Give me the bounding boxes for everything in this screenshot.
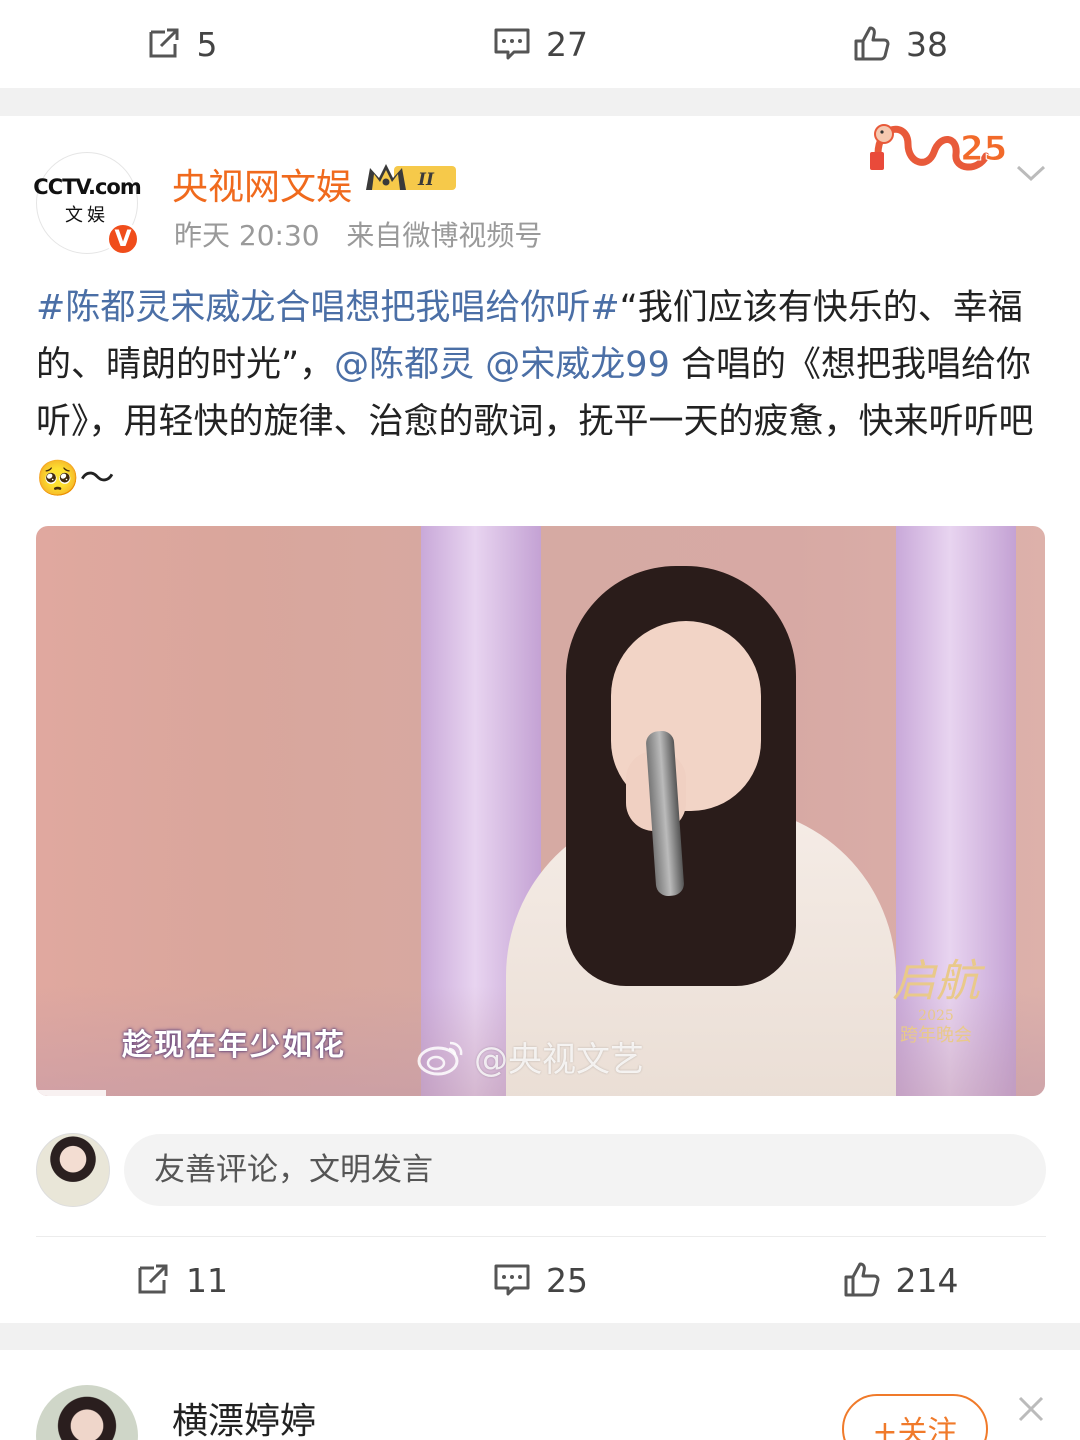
close-icon[interactable] — [1016, 1394, 1046, 1424]
gala-title: 启航 — [892, 956, 980, 1007]
next-post-card: 横漂婷婷 +关注 — [0, 1350, 1080, 1440]
post-source[interactable]: 微博视频号 — [402, 219, 542, 252]
verified-badge-icon: V — [106, 222, 140, 256]
thumbs-up-icon — [844, 1262, 879, 1297]
author-name[interactable]: 央视网文娱 — [172, 158, 352, 210]
avatar-subtitle: 文娱 — [65, 205, 109, 226]
video-watermark: @央视文艺 — [416, 1032, 644, 1081]
post-text: #陈都灵宋威龙合唱想把我唱给你听#“我们应该有快乐的、幸福的、晴朗的时光”，@陈… — [36, 280, 1046, 508]
repost-icon — [138, 1264, 168, 1294]
comment-button[interactable]: 25 — [360, 1236, 720, 1324]
level-badge: II — [417, 170, 435, 190]
gala-year: 2025 — [918, 1008, 954, 1024]
video-player[interactable]: 趁现在年少如花 @央视文艺 启航 2025 跨年晚会 — [36, 526, 1045, 1096]
video-progress-bar[interactable] — [36, 1090, 106, 1096]
crown-level-icon: II — [366, 164, 456, 190]
post-time: 昨天 20:30 — [174, 219, 320, 252]
comment-input[interactable] — [124, 1134, 1046, 1206]
svg-text:25: 25 — [960, 129, 1007, 169]
comment-icon — [494, 1264, 530, 1296]
mention-link[interactable]: @陈都灵 — [334, 345, 474, 385]
gala-logo: 启航 2025 跨年晚会 — [876, 956, 996, 1066]
post-meta: 昨天 20:30 来自微博视频号 — [174, 214, 542, 254]
post-card: CCTV.com 文娱 V 央视网文娱 II 昨天 20:30 来自微博视频号 … — [0, 116, 1080, 1323]
year-2025-snake-badge-icon: 25 — [870, 124, 1008, 171]
repost-button[interactable]: 11 — [0, 1236, 360, 1324]
source-prefix: 来自 — [346, 219, 403, 252]
hashtag-link[interactable]: #陈都灵宋威龙合唱想把我唱给你听# — [36, 288, 620, 328]
watermark-text: @央视文艺 — [474, 1040, 644, 1080]
next-author-name[interactable]: 横漂婷婷 — [172, 1392, 316, 1440]
follow-button[interactable]: +关注 — [842, 1394, 988, 1440]
post-menu-chevron-down-icon[interactable] — [1012, 158, 1050, 188]
repost-count: 11 — [186, 1260, 228, 1300]
like-button[interactable]: 214 — [720, 1236, 1080, 1324]
post-text-space — [474, 345, 485, 385]
video-subtitle: 趁现在年少如花 — [122, 1028, 346, 1063]
emoji-icon: 🥺 — [36, 459, 80, 499]
next-author-avatar[interactable] — [36, 1385, 138, 1440]
like-count: 214 — [895, 1260, 959, 1300]
cctv-logo: CCTV.com — [33, 175, 141, 199]
post-action-bar: 11 25 214 — [0, 1236, 1080, 1324]
commenter-avatar[interactable] — [36, 1133, 110, 1207]
comment-count: 25 — [546, 1260, 588, 1300]
gala-name: 跨年晚会 — [900, 1025, 972, 1046]
mention-link[interactable]: @宋威龙99 — [485, 345, 670, 385]
post-text-tail: ～ — [79, 459, 115, 499]
weibo-logo-icon — [417, 1041, 463, 1075]
